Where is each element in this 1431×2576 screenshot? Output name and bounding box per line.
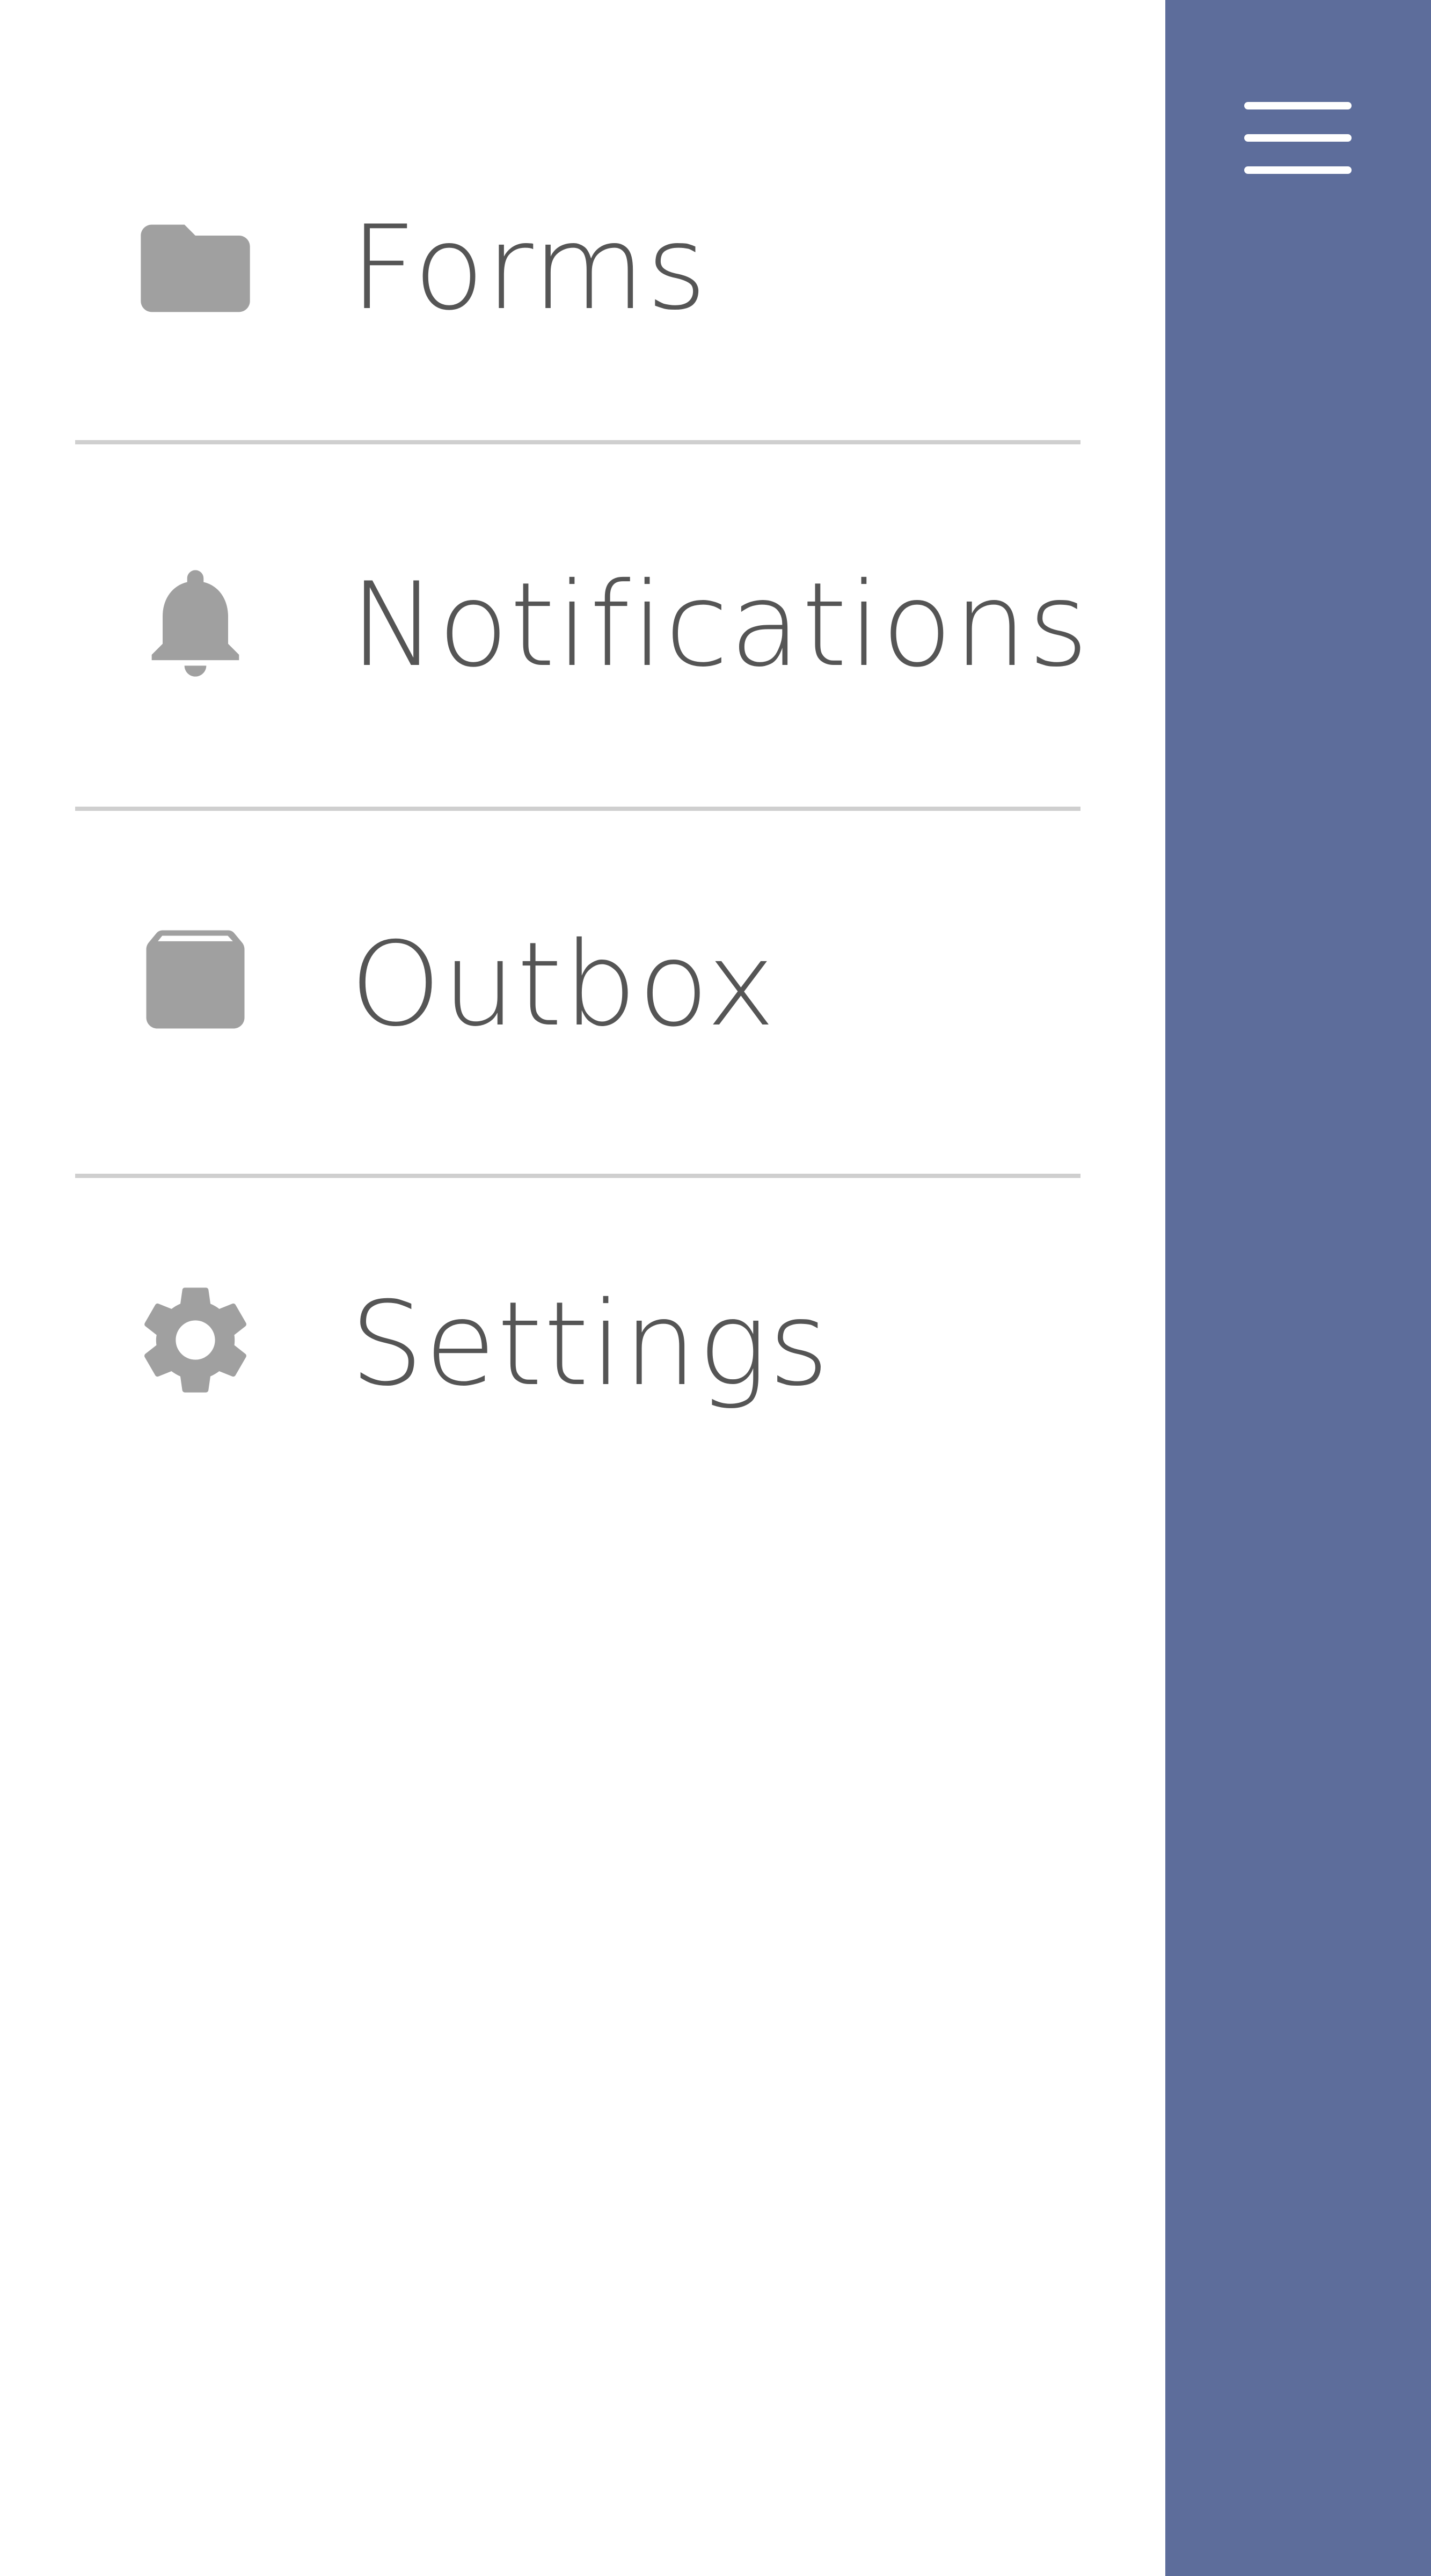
navigation-drawer: Forms Notifications Outbox Settings <box>0 0 1165 2576</box>
archive-box-icon <box>130 914 261 1045</box>
menu-item-label: Forms <box>350 201 708 335</box>
hamburger-bar <box>1244 166 1352 174</box>
hamburger-bar <box>1244 134 1352 142</box>
hamburger-bar <box>1244 102 1352 109</box>
menu-item-label: Outbox <box>350 917 777 1052</box>
menu-item-label: Notifications <box>350 558 1090 692</box>
side-panel <box>1165 0 1431 2576</box>
menu-item-label: Settings <box>350 1277 830 1411</box>
hamburger-menu-icon[interactable] <box>1244 97 1352 180</box>
divider <box>75 440 1080 444</box>
folder-icon <box>130 203 261 334</box>
menu-item-forms[interactable]: Forms <box>0 188 1165 349</box>
bell-icon <box>130 557 261 687</box>
menu-item-notifications[interactable]: Notifications <box>0 545 1165 706</box>
menu-item-settings[interactable]: Settings <box>0 1264 1165 1425</box>
menu-item-outbox[interactable]: Outbox <box>0 904 1165 1065</box>
divider <box>75 1174 1080 1178</box>
divider <box>75 807 1080 811</box>
gear-icon <box>130 1275 261 1406</box>
